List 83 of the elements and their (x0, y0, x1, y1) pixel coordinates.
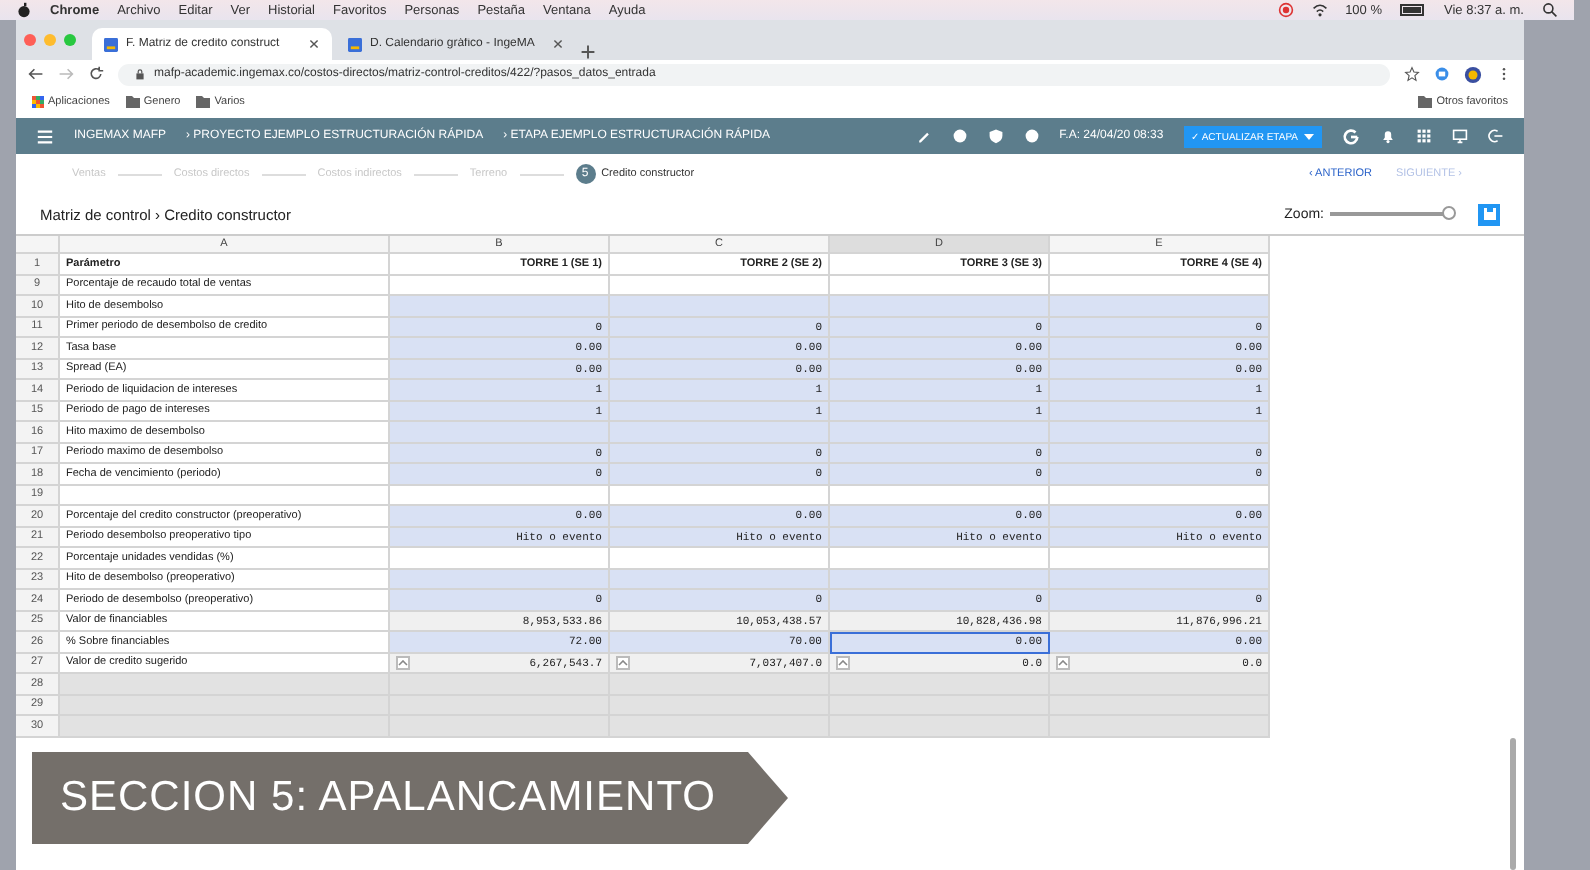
table-cell[interactable] (390, 275, 610, 296)
save-icon (1483, 208, 1495, 220)
table-cell[interactable] (610, 569, 830, 590)
plus-icon[interactable] (580, 44, 596, 60)
stepper-button[interactable] (396, 655, 410, 670)
table-cell[interactable] (390, 548, 610, 569)
lock-icon[interactable] (134, 68, 146, 80)
table-cell[interactable] (60, 485, 390, 506)
table-cell[interactable] (1050, 296, 1270, 317)
table-cell[interactable] (1050, 695, 1270, 716)
record-icon[interactable] (1277, 2, 1294, 18)
table-cell[interactable] (60, 674, 390, 695)
table-cell[interactable] (610, 422, 830, 443)
close-window-button[interactable] (24, 34, 36, 46)
table-cell[interactable] (1050, 569, 1270, 590)
table-cell[interactable] (1050, 674, 1270, 695)
reload-icon[interactable] (88, 66, 104, 82)
edit-icon[interactable] (915, 128, 932, 144)
profile-icon[interactable] (1464, 65, 1482, 83)
table-cell[interactable] (830, 485, 1050, 506)
folder-icon (1418, 95, 1433, 107)
table-cell[interactable] (60, 695, 390, 716)
wifi-icon[interactable] (1311, 2, 1328, 18)
table-cell[interactable] (1050, 422, 1270, 443)
back-icon[interactable] (28, 66, 44, 82)
table-cell[interactable] (830, 548, 1050, 569)
stepper-button[interactable] (836, 655, 850, 670)
table-cell[interactable] (1050, 716, 1270, 737)
folder-icon (196, 95, 211, 107)
table-cell[interactable] (830, 674, 1050, 695)
caret-icon (1058, 659, 1068, 666)
shield-icon[interactable] (987, 128, 1004, 144)
favicon-icon[interactable] (104, 37, 118, 51)
table-cell[interactable] (1050, 485, 1270, 506)
close-icon[interactable] (552, 38, 564, 50)
table-cell[interactable] (60, 716, 390, 737)
minimize-window-button[interactable] (44, 34, 56, 46)
table-cell[interactable] (830, 569, 1050, 590)
stepper-button[interactable] (1056, 655, 1070, 670)
bell-icon[interactable] (1380, 128, 1396, 144)
google-icon[interactable] (1342, 127, 1360, 145)
table-cell[interactable] (830, 275, 1050, 296)
save-button[interactable] (1478, 203, 1500, 225)
star-icon[interactable] (1404, 66, 1420, 82)
corner-cell[interactable] (16, 236, 60, 254)
table-cell[interactable] (390, 422, 610, 443)
caret-icon (398, 659, 408, 666)
menu-icon[interactable] (36, 127, 54, 145)
table-cell[interactable] (1050, 275, 1270, 296)
scrollbar[interactable] (1510, 737, 1516, 870)
battery-icon[interactable] (1400, 0, 1426, 20)
table-cell[interactable] (830, 422, 1050, 443)
logout-icon[interactable] (1488, 128, 1504, 144)
table-cell[interactable] (610, 296, 830, 317)
maximize-window-button[interactable] (64, 34, 76, 46)
table-cell[interactable] (610, 275, 830, 296)
apps-icon (32, 95, 44, 107)
table-cell[interactable] (830, 716, 1050, 737)
table-cell[interactable] (610, 485, 830, 506)
table-cell[interactable] (610, 674, 830, 695)
table-cell[interactable] (390, 716, 610, 737)
table-cell[interactable] (610, 548, 830, 569)
table-cell[interactable] (390, 296, 610, 317)
table-cell[interactable] (390, 485, 610, 506)
video-caption: SECCION 5: APALANCAMIENTO (32, 752, 788, 844)
apps-icon[interactable] (1416, 128, 1432, 144)
table-cell[interactable] (390, 674, 610, 695)
monitor-icon[interactable] (1452, 128, 1468, 144)
close-icon[interactable] (308, 38, 320, 50)
search-icon[interactable] (1542, 2, 1558, 18)
stepper-button[interactable] (616, 655, 630, 670)
apple-icon[interactable] (16, 2, 32, 18)
extension-icon[interactable] (1434, 66, 1450, 82)
table-cell[interactable] (830, 296, 1050, 317)
favicon-icon[interactable] (348, 37, 362, 51)
forward-icon[interactable] (58, 66, 74, 82)
folder-icon (125, 95, 140, 107)
table-cell[interactable] (1050, 548, 1270, 569)
table-cell[interactable] (390, 569, 610, 590)
caret-icon (618, 659, 628, 666)
caret-icon (1304, 133, 1314, 139)
caret-icon (838, 659, 848, 666)
table-cell[interactable] (610, 716, 830, 737)
